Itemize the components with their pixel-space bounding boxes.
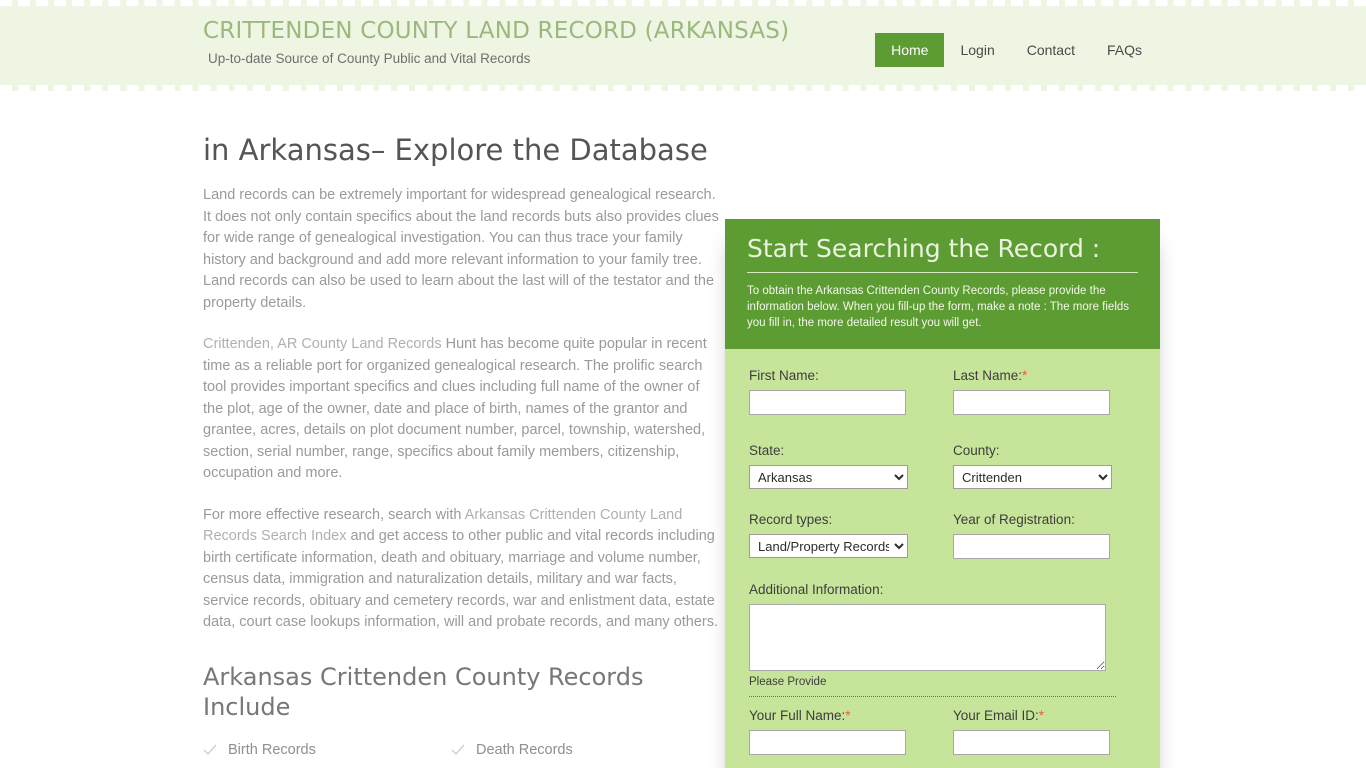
email-group: Your Email ID:* <box>953 707 1136 755</box>
county-label: County: <box>953 443 1000 458</box>
record-types-group: Record types: Land/Property Records <box>749 511 932 559</box>
form-description: To obtain the Arkansas Crittenden County… <box>747 285 1130 329</box>
header-inner: CRITTENDEN COUNTY LAND RECORD (ARKANSAS)… <box>0 6 1366 85</box>
inline-link-crittenden[interactable]: Crittenden, AR County Land Records <box>203 336 442 352</box>
required-marker: * <box>1022 368 1028 383</box>
site-header: CRITTENDEN COUNTY LAND RECORD (ARKANSAS)… <box>0 0 1366 91</box>
search-tool-paragraph-text: Hunt has become quite popular in recent … <box>203 336 707 481</box>
list-item: Birth Records <box>203 736 451 764</box>
name-row: First Name: Last Name:* <box>749 367 1136 415</box>
state-select[interactable]: Arkansas <box>749 465 908 489</box>
list-item: Marriage Records <box>203 764 451 768</box>
check-icon <box>451 743 465 757</box>
additional-info-textarea[interactable] <box>749 604 1106 671</box>
form-header: Start Searching the Record : To obtain t… <box>725 219 1160 349</box>
list-item: Divorce Records <box>451 764 699 768</box>
email-label: Your Email ID:* <box>953 707 1136 725</box>
county-select[interactable]: Crittenden <box>953 465 1112 489</box>
site-title: CRITTENDEN COUNTY LAND RECORD (ARKANSAS) <box>203 18 790 44</box>
list-item: Death Records <box>451 736 699 764</box>
records-column-right: Death Records Divorce Records Adoption R… <box>451 736 699 768</box>
list-item-label: Death Records <box>476 741 573 758</box>
required-marker: * <box>845 708 851 723</box>
full-name-label: Your Full Name:* <box>749 707 932 725</box>
required-marker: * <box>1038 708 1045 723</box>
county-group: County: Crittenden <box>953 442 1136 489</box>
email-input[interactable] <box>953 730 1110 755</box>
full-name-group: Your Full Name:* <box>749 707 932 755</box>
records-column-left: Birth Records Marriage Records Court Rec… <box>203 736 451 768</box>
contact-row: Your Full Name:* Your Email ID:* <box>749 707 1136 755</box>
last-name-group: Last Name:* <box>953 367 1136 415</box>
year-input[interactable] <box>953 534 1110 559</box>
record-row: Record types: Land/Property Records Year… <box>749 511 1136 559</box>
list-item-label: Birth Records <box>228 741 316 758</box>
search-tool-paragraph: Crittenden, AR County Land Records Hunt … <box>203 334 723 485</box>
form-body: First Name: Last Name:* State: Arkansas … <box>725 349 1160 768</box>
search-index-prefix: For more effective research, search with <box>203 506 465 523</box>
records-grid: Birth Records Marriage Records Court Rec… <box>203 736 723 768</box>
nav-item-contact[interactable]: Contact <box>1011 33 1091 67</box>
records-include-heading: Arkansas Crittenden County Records Inclu… <box>203 662 644 721</box>
additional-info-group: Additional Information: Please Provide <box>749 581 1136 697</box>
search-form-panel: Start Searching the Record : To obtain t… <box>725 219 1160 768</box>
search-index-paragraph: For more effective research, search with… <box>203 505 723 634</box>
intro-paragraph: Land records can be extremely important … <box>203 187 719 311</box>
record-types-select[interactable]: Land/Property Records <box>749 534 908 558</box>
first-name-group: First Name: <box>749 367 932 415</box>
brand: CRITTENDEN COUNTY LAND RECORD (ARKANSAS)… <box>203 17 789 68</box>
check-icon <box>203 743 217 757</box>
nav-item-faqs[interactable]: FAQs <box>1091 33 1158 67</box>
last-name-label-text: Last Name: <box>953 368 1023 383</box>
page-title: in Arkansas– Explore the Database <box>203 133 708 167</box>
full-name-label-text: Your Full Name: <box>749 708 846 723</box>
state-label: State: <box>749 443 785 458</box>
year-label: Year of Registration: <box>953 512 1075 527</box>
article-column: in Arkansas– Explore the Database Land r… <box>203 133 723 768</box>
state-group: State: Arkansas <box>749 442 932 489</box>
first-name-label: First Name: <box>749 368 819 383</box>
form-title: Start Searching the Record : <box>747 233 1138 273</box>
year-group: Year of Registration: <box>953 511 1136 559</box>
last-name-label: Last Name:* <box>953 367 1136 385</box>
please-provide-note: Please Provide <box>749 675 1116 697</box>
record-types-label: Record types: <box>749 512 833 527</box>
email-label-text: Your Email ID: <box>953 708 1039 723</box>
last-name-input[interactable] <box>953 390 1110 415</box>
main-navigation: Home Login Contact FAQs <box>875 33 1158 67</box>
nav-item-login[interactable]: Login <box>944 33 1010 67</box>
additional-info-label: Additional Information: <box>749 582 884 597</box>
location-row: State: Arkansas County: Crittenden <box>749 442 1136 489</box>
first-name-input[interactable] <box>749 390 906 415</box>
page-content: in Arkansas– Explore the Database Land r… <box>0 91 1366 768</box>
full-name-input[interactable] <box>749 730 906 755</box>
nav-item-home[interactable]: Home <box>875 33 945 67</box>
site-tagline: Up-to-date Source of County Public and V… <box>208 51 531 66</box>
